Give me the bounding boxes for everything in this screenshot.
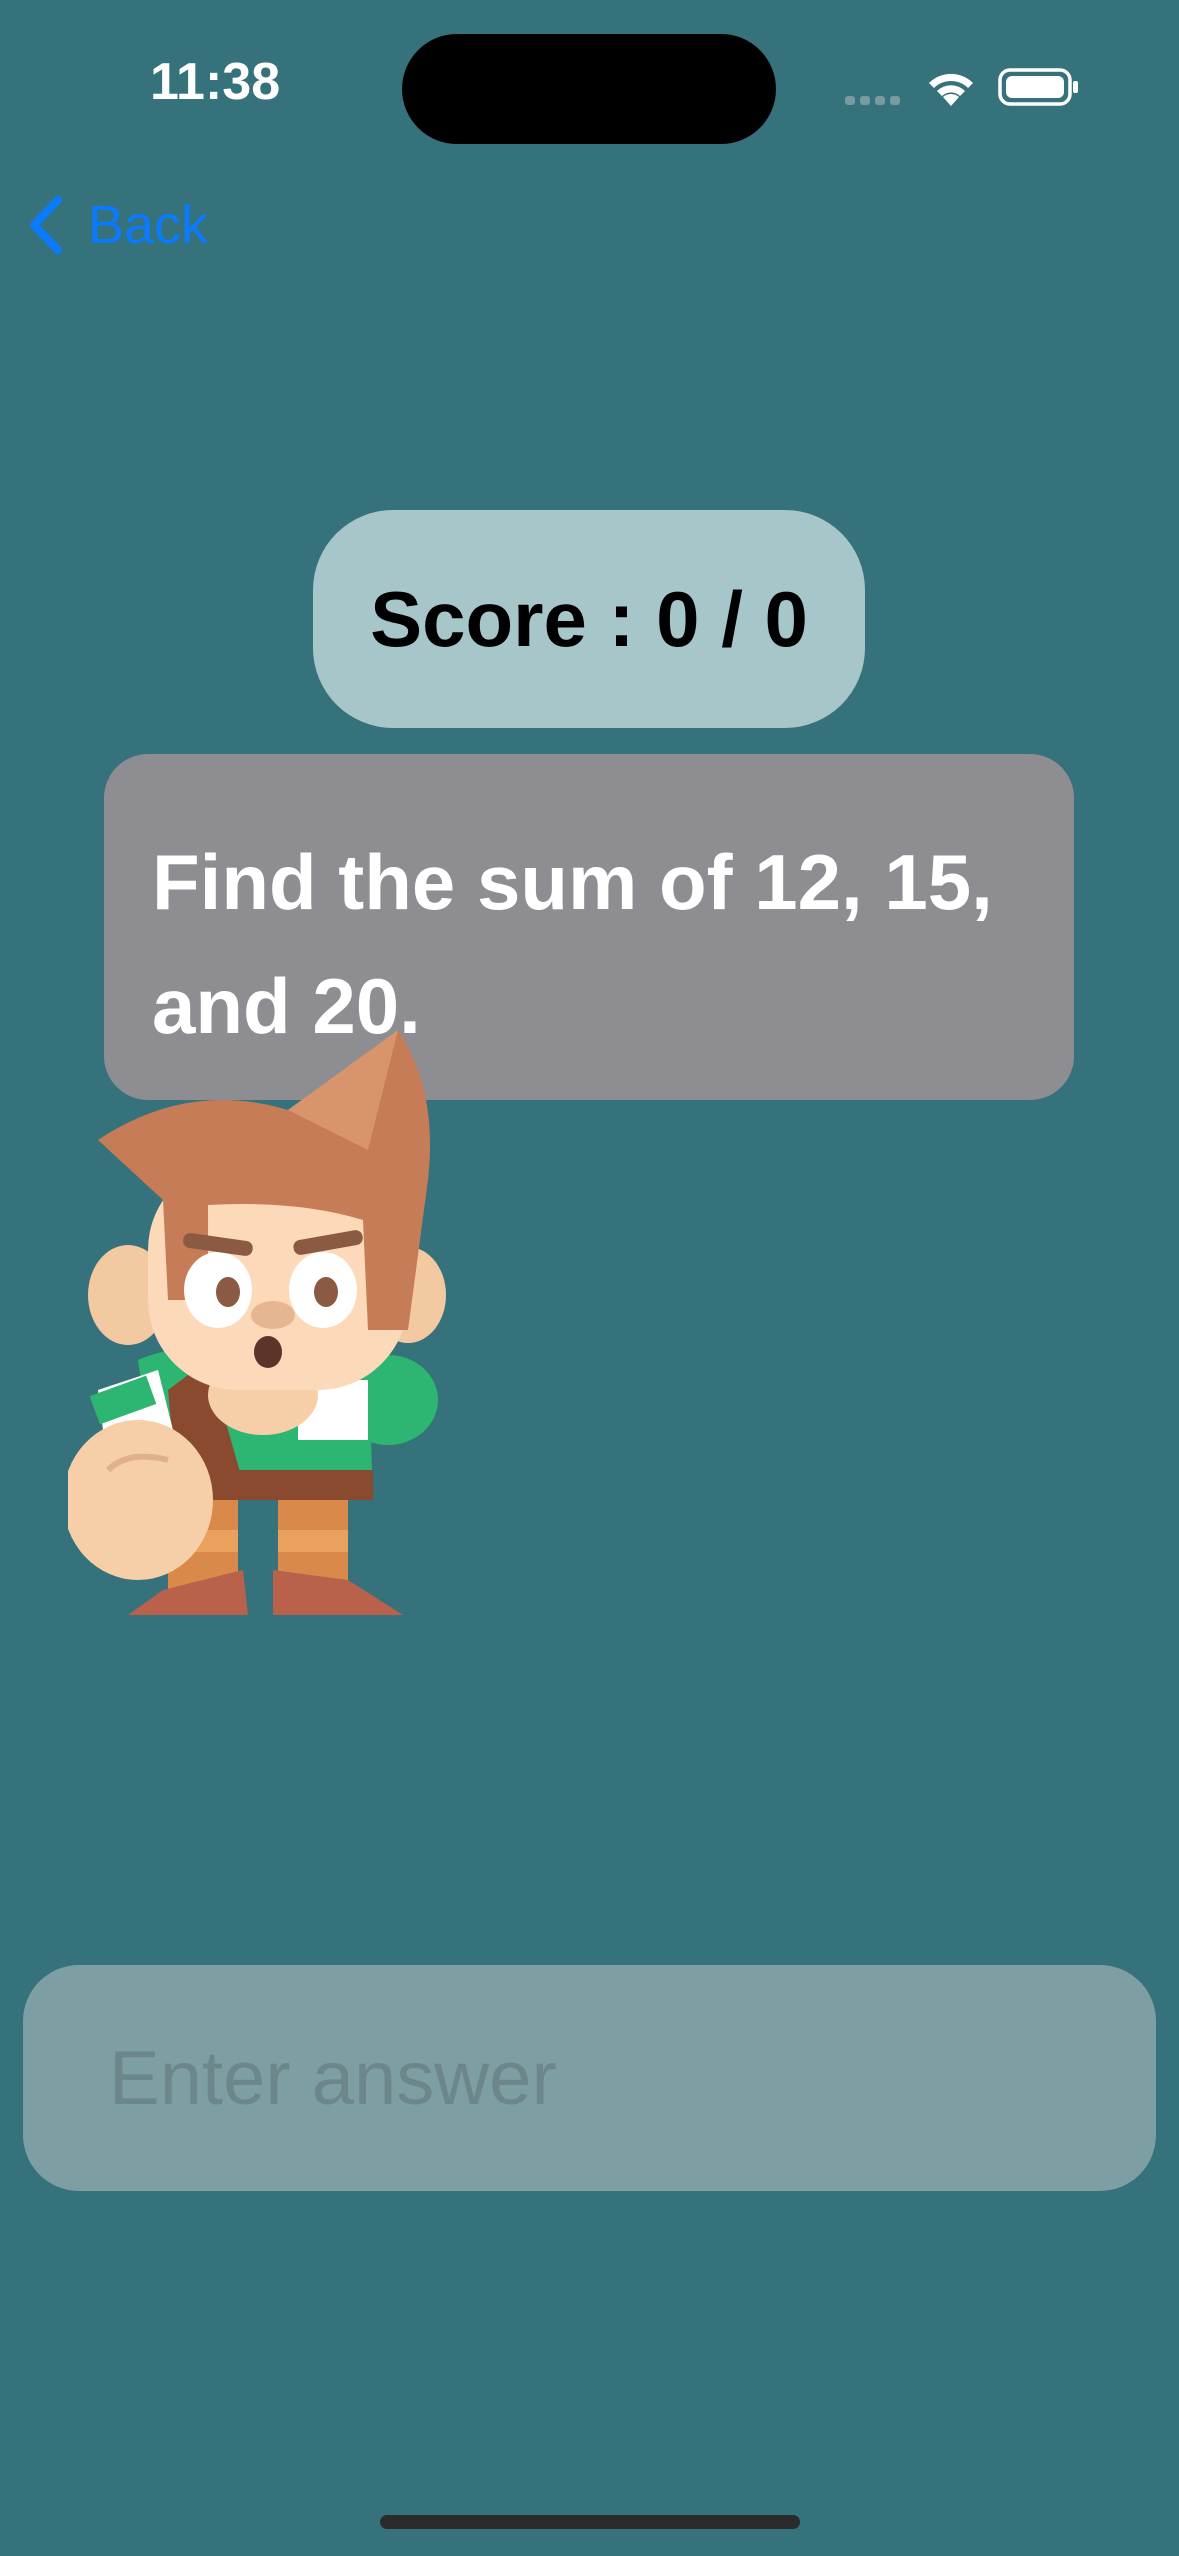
- dynamic-island: [402, 34, 776, 144]
- answer-input[interactable]: [107, 2033, 1156, 2123]
- status-icons: [845, 68, 1078, 106]
- wifi-icon: [929, 73, 973, 106]
- battery-icon: [998, 68, 1078, 106]
- thinking-character-illustration: [68, 1030, 446, 1615]
- answer-field[interactable]: [23, 1965, 1156, 2191]
- score-badge: Score : 0 / 0: [313, 510, 865, 728]
- chevron-left-icon: [30, 196, 62, 254]
- signal-icon: [845, 96, 900, 105]
- back-label: Back: [88, 195, 209, 255]
- score-text: Score : 0 / 0: [370, 574, 808, 663]
- status-time: 11:38: [150, 53, 281, 111]
- home-indicator[interactable]: [380, 2515, 800, 2529]
- back-button[interactable]: Back: [28, 195, 208, 255]
- question-text: Find the sum of 12, 15, and 20.: [152, 838, 993, 1050]
